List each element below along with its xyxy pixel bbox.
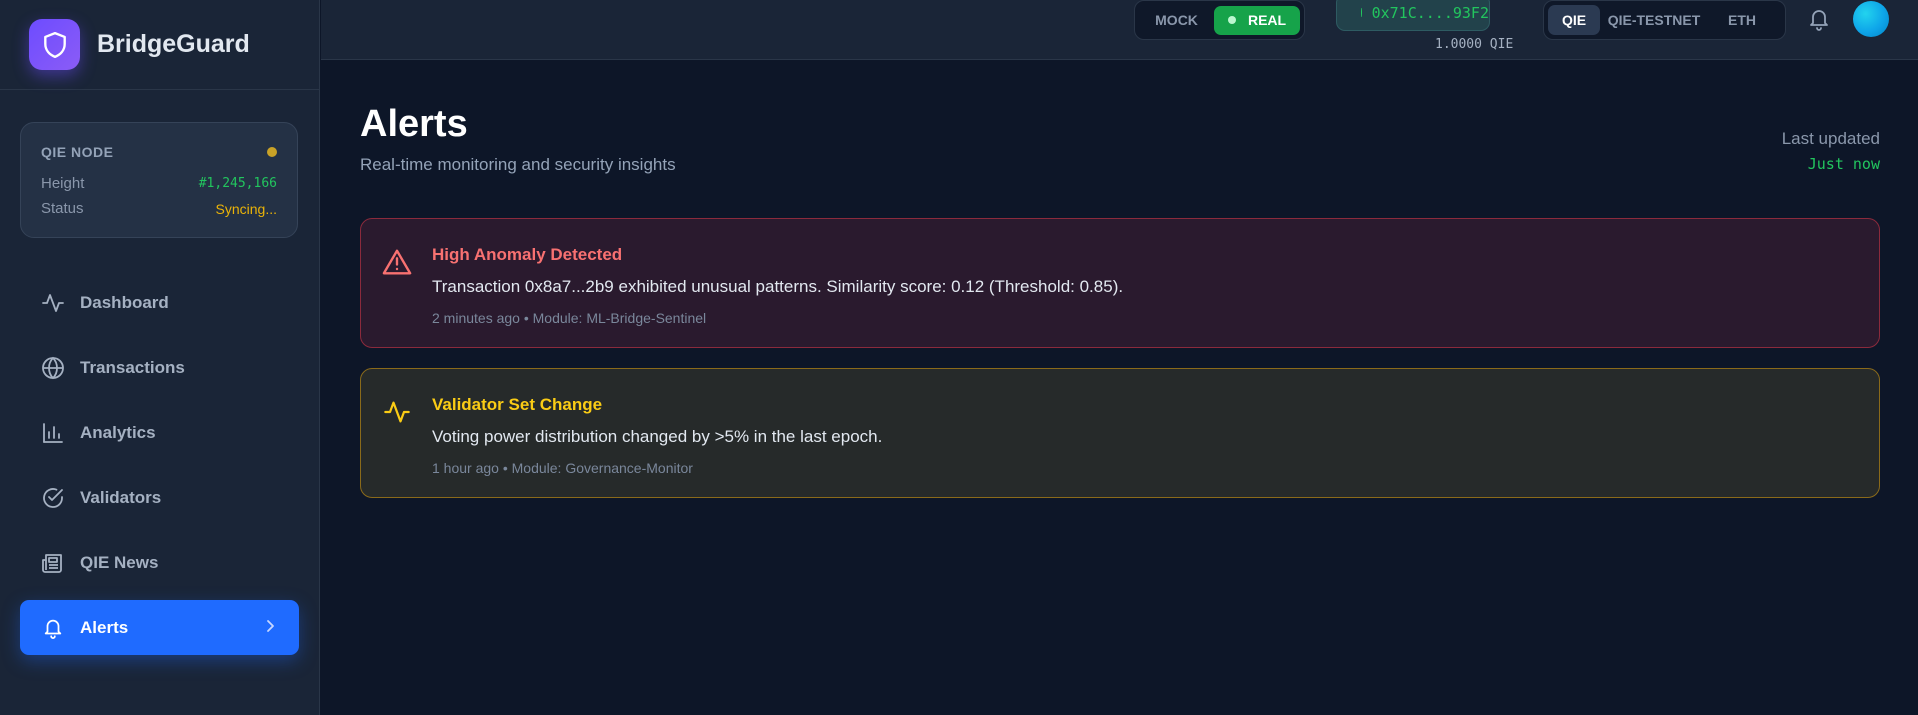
sidebar-item-label: QIE News	[80, 552, 159, 572]
node-height-value: #1,245,166	[198, 176, 277, 191]
node-status-label: Status	[41, 200, 84, 217]
last-updated-label: Last updated	[1781, 129, 1880, 148]
connected-dot-icon	[1361, 8, 1362, 17]
alert-card-validator-set-change[interactable]: Validator Set Change Voting power distri…	[360, 368, 1880, 498]
data-mode-toggle[interactable]: MOCK REAL	[1134, 0, 1305, 40]
sidebar-item-label: Transactions	[80, 357, 185, 377]
network-qie-testnet[interactable]: QIE-TESTNET	[1600, 5, 1708, 35]
check-circle-icon	[40, 485, 66, 511]
sidebar-item-qie-news[interactable]: QIE News	[20, 535, 299, 590]
bell-icon	[40, 615, 66, 641]
shield-icon	[29, 19, 80, 70]
alert-body: Transaction 0x8a7...2b9 exhibited unusua…	[432, 277, 1124, 296]
sidebar-item-transactions[interactable]: Transactions	[20, 340, 299, 395]
node-status-card: QIE NODE Height #1,245,166 Status Syncin…	[20, 122, 298, 238]
activity-icon	[40, 290, 66, 316]
sidebar: BridgeGuard QIE NODE Height #1,245,166 S…	[0, 0, 320, 715]
notifications-bell-icon[interactable]	[1805, 5, 1833, 33]
alert-card-high-anomaly[interactable]: High Anomaly Detected Transaction 0x8a7.…	[360, 218, 1880, 348]
live-dot-icon	[1227, 16, 1236, 24]
sidebar-item-label: Analytics	[80, 422, 156, 442]
alert-meta: 2 minutes ago • Module: ML-Bridge-Sentin…	[432, 310, 707, 326]
bar-chart-icon	[40, 420, 66, 446]
node-status-value: Syncing...	[215, 200, 277, 217]
network-eth[interactable]: ETH	[1708, 5, 1776, 35]
node-title: QIE NODE	[41, 144, 114, 160]
network-qie[interactable]: QIE	[1548, 5, 1600, 35]
mode-real-option[interactable]: REAL	[1214, 5, 1300, 35]
alert-title: High Anomaly Detected	[432, 245, 623, 264]
alert-meta: 1 hour ago • Module: Governance-Monitor	[432, 460, 693, 476]
brand[interactable]: BridgeGuard	[0, 0, 319, 90]
sidebar-item-dashboard[interactable]: Dashboard	[20, 275, 299, 330]
page-title: Alerts	[360, 103, 468, 145]
newspaper-icon	[40, 550, 66, 576]
warning-triangle-icon	[381, 246, 413, 278]
sidebar-item-label: Validators	[80, 487, 162, 507]
mode-real-label: REAL	[1247, 12, 1287, 28]
node-height-label: Height	[41, 175, 85, 192]
sidebar-item-label: Alerts	[80, 617, 129, 637]
chevron-right-icon	[263, 618, 277, 639]
node-status-dot	[267, 147, 277, 157]
avatar[interactable]	[1853, 1, 1889, 37]
alert-title: Validator Set Change	[432, 395, 603, 414]
sidebar-item-alerts[interactable]: Alerts	[20, 600, 299, 655]
wallet-address-chip[interactable]: 0x71C....93F2	[1336, 0, 1490, 31]
brand-name: BridgeGuard	[97, 30, 250, 58]
activity-icon	[381, 396, 413, 428]
top-bar: MOCK REAL 0x71C....93F2 1.0000 QIE QIE Q…	[321, 0, 1918, 60]
sidebar-item-analytics[interactable]: Analytics	[20, 405, 299, 460]
page-subtitle: Real-time monitoring and security insigh…	[360, 155, 676, 174]
alert-body: Voting power distribution changed by >5%…	[432, 427, 883, 446]
sidebar-item-validators[interactable]: Validators	[20, 470, 299, 525]
mode-mock-option[interactable]: MOCK	[1139, 12, 1214, 28]
last-updated-value: Just now	[1807, 155, 1880, 173]
sidebar-nav: Dashboard Transactions Analytics Validat…	[20, 275, 299, 665]
wallet-balance: 1.0000 QIE	[1435, 37, 1514, 52]
network-switcher: QIE QIE-TESTNET ETH	[1543, 0, 1786, 40]
globe-icon	[40, 355, 66, 381]
wallet-address: 0x71C....93F2	[1371, 3, 1489, 22]
sidebar-item-label: Dashboard	[80, 292, 169, 312]
